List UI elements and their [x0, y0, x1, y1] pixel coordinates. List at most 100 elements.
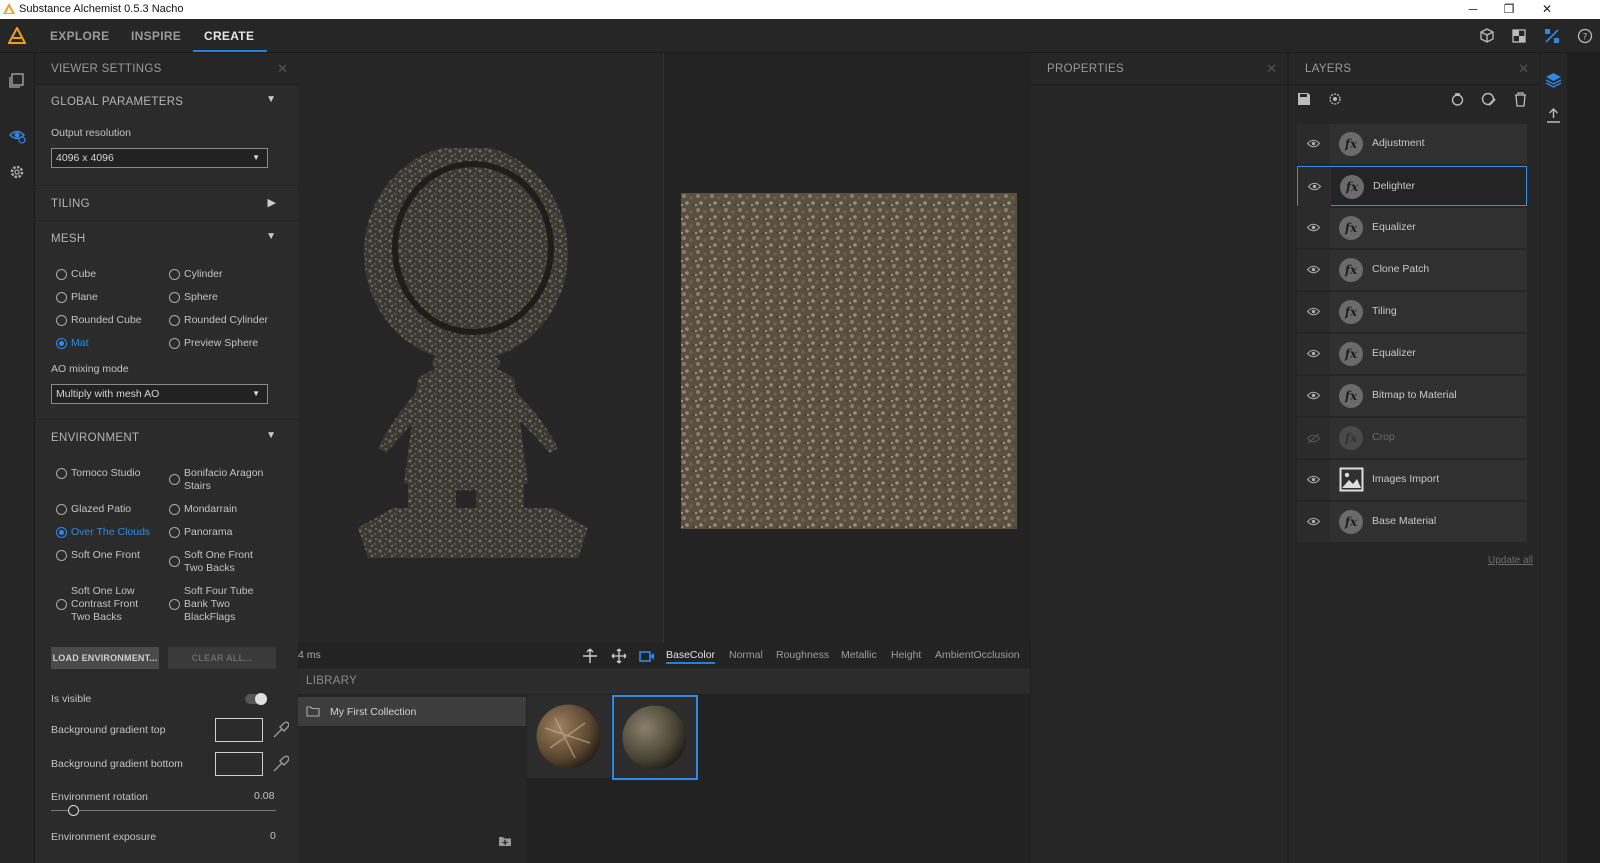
- visibility-toggle[interactable]: [1297, 460, 1330, 500]
- clear-all-button[interactable]: CLEAR ALL...: [168, 647, 276, 669]
- layer-item[interactable]: fx Base Material: [1297, 502, 1527, 542]
- visibility-toggle[interactable]: [1297, 250, 1330, 290]
- channel-ambientocclusion[interactable]: AmbientOcclusion: [935, 649, 1020, 661]
- 3d-viewport[interactable]: [298, 53, 662, 643]
- split-view-icon[interactable]: [1510, 27, 1528, 45]
- fx-icon: fx: [1339, 384, 1363, 408]
- layers-title: LAYERS: [1305, 63, 1352, 75]
- eyedropper-icon[interactable]: [271, 754, 289, 774]
- channel-basecolor[interactable]: BaseColor: [666, 649, 716, 664]
- layers-stack-icon[interactable]: [1545, 71, 1562, 88]
- bg-gradient-top-swatch[interactable]: [215, 718, 263, 742]
- tab-explore[interactable]: EXPLORE: [50, 29, 109, 43]
- rotation-slider-track[interactable]: [51, 810, 276, 811]
- chevron-down-icon: ▼: [266, 231, 276, 242]
- close-window-button[interactable]: ✕: [1537, 2, 1557, 16]
- visibility-toggle[interactable]: [1297, 208, 1330, 248]
- add-folder-icon[interactable]: [498, 835, 512, 847]
- paint-icon[interactable]: [1481, 92, 1496, 107]
- bg-gradient-bottom-swatch[interactable]: [215, 752, 263, 776]
- layer-name: Images Import: [1372, 473, 1440, 485]
- update-all-link[interactable]: Update all: [1488, 555, 1533, 566]
- chevron-right-icon: ▶: [267, 197, 276, 209]
- layer-item[interactable]: fx Tiling: [1297, 292, 1527, 332]
- layer-item[interactable]: Images Import: [1297, 460, 1527, 500]
- radio-label: Rounded Cube: [71, 314, 142, 326]
- visibility-toggle[interactable]: [1298, 167, 1331, 207]
- global-parameters-section[interactable]: GLOBAL PARAMETERS ▼: [35, 85, 298, 119]
- visibility-toggle[interactable]: [1297, 292, 1330, 332]
- environment-section[interactable]: ENVIRONMENT ▼: [35, 421, 298, 455]
- rotation-slider-handle[interactable]: [68, 805, 79, 816]
- library-icon[interactable]: [8, 71, 26, 89]
- close-icon[interactable]: ✕: [1266, 61, 1277, 77]
- material-settings-icon[interactable]: [1328, 92, 1342, 106]
- layer-item[interactable]: fx Adjustment: [1297, 124, 1527, 164]
- viewer-settings-icon[interactable]: [8, 126, 26, 144]
- settings-gear-icon[interactable]: [8, 163, 26, 181]
- radio-circle: [56, 468, 67, 479]
- channel-height[interactable]: Height: [891, 649, 921, 661]
- minimize-button[interactable]: ─: [1463, 2, 1483, 16]
- tab-create[interactable]: CREATE: [204, 29, 254, 43]
- collection-item[interactable]: My First Collection: [298, 697, 526, 726]
- eyedropper-icon[interactable]: [271, 720, 289, 740]
- visibility-toggle[interactable]: [1297, 334, 1330, 374]
- eye-icon: [1308, 182, 1321, 191]
- visibility-toggle[interactable]: [1297, 376, 1330, 416]
- layer-item-selected[interactable]: fx Delighter: [1297, 166, 1527, 207]
- channel-roughness[interactable]: Roughness: [776, 649, 829, 661]
- app-logo-icon[interactable]: [8, 27, 26, 44]
- move-icon[interactable]: [611, 648, 627, 664]
- save-icon[interactable]: [1297, 92, 1311, 106]
- tiling-section[interactable]: TILING ▶: [35, 187, 298, 221]
- add-filter-icon[interactable]: [1450, 92, 1465, 107]
- mesh-section[interactable]: MESH ▼: [35, 222, 298, 256]
- divider: [35, 185, 298, 186]
- cube-view-icon[interactable]: [1478, 27, 1496, 45]
- restore-button[interactable]: ❐: [1499, 2, 1519, 16]
- radio-circle: [56, 292, 67, 303]
- material-sphere-thumbnail: [536, 704, 601, 769]
- channel-metallic[interactable]: Metallic: [841, 649, 877, 661]
- close-icon[interactable]: ✕: [1518, 61, 1529, 77]
- layer-item[interactable]: fx Equalizer: [1297, 334, 1527, 374]
- rotate-light-icon[interactable]: [582, 648, 598, 664]
- help-icon[interactable]: ?: [1576, 27, 1594, 45]
- material-thumbnail-selected[interactable]: [612, 695, 698, 780]
- visibility-toggle[interactable]: [1297, 124, 1330, 164]
- environment-exposure-value: 0: [270, 830, 276, 842]
- layer-name: Adjustment: [1372, 137, 1425, 149]
- eye-icon: [1307, 517, 1320, 526]
- layer-item[interactable]: fx Bitmap to Material: [1297, 376, 1527, 416]
- load-environment-button[interactable]: LOAD ENVIRONMENT...: [51, 647, 159, 669]
- tab-inspire[interactable]: INSPIRE: [131, 29, 181, 43]
- ao-mixing-dropdown[interactable]: Multiply with mesh AO ▼: [51, 384, 268, 404]
- fx-icon: fx: [1339, 132, 1363, 156]
- trash-icon[interactable]: [1514, 92, 1527, 107]
- divider: [35, 419, 298, 420]
- divider: [35, 220, 298, 221]
- eye-icon: [1307, 475, 1320, 484]
- 2d-viewport[interactable]: [663, 53, 1031, 643]
- close-icon[interactable]: ✕: [277, 61, 288, 77]
- visibility-toggle[interactable]: [1297, 418, 1330, 458]
- channel-normal[interactable]: Normal: [729, 649, 763, 661]
- library-header: LIBRARY: [298, 668, 1030, 694]
- camera-icon[interactable]: [639, 648, 655, 664]
- radio-label: Glazed Patio: [71, 503, 132, 515]
- radio-label: Preview Sphere: [184, 337, 259, 349]
- output-resolution-dropdown[interactable]: 4096 x 4096 ▼: [51, 148, 268, 168]
- layer-item[interactable]: fx Equalizer: [1297, 208, 1527, 248]
- layer-item-hidden[interactable]: fx Crop: [1297, 418, 1527, 458]
- export-icon[interactable]: [1545, 107, 1562, 124]
- 2d-view-icon[interactable]: [1543, 27, 1561, 45]
- radio-label: Soft One Low Contrast Front Two Backs: [71, 585, 139, 623]
- section-title: TILING: [51, 198, 90, 210]
- viewport: 4 ms BaseColor Normal Roughness Metallic…: [298, 53, 1031, 667]
- visibility-toggle[interactable]: [1297, 502, 1330, 542]
- layer-item[interactable]: fx Clone Patch: [1297, 250, 1527, 290]
- is-visible-toggle[interactable]: [245, 693, 267, 705]
- material-thumbnail[interactable]: [527, 695, 611, 778]
- section-title: ENVIRONMENT: [51, 432, 140, 444]
